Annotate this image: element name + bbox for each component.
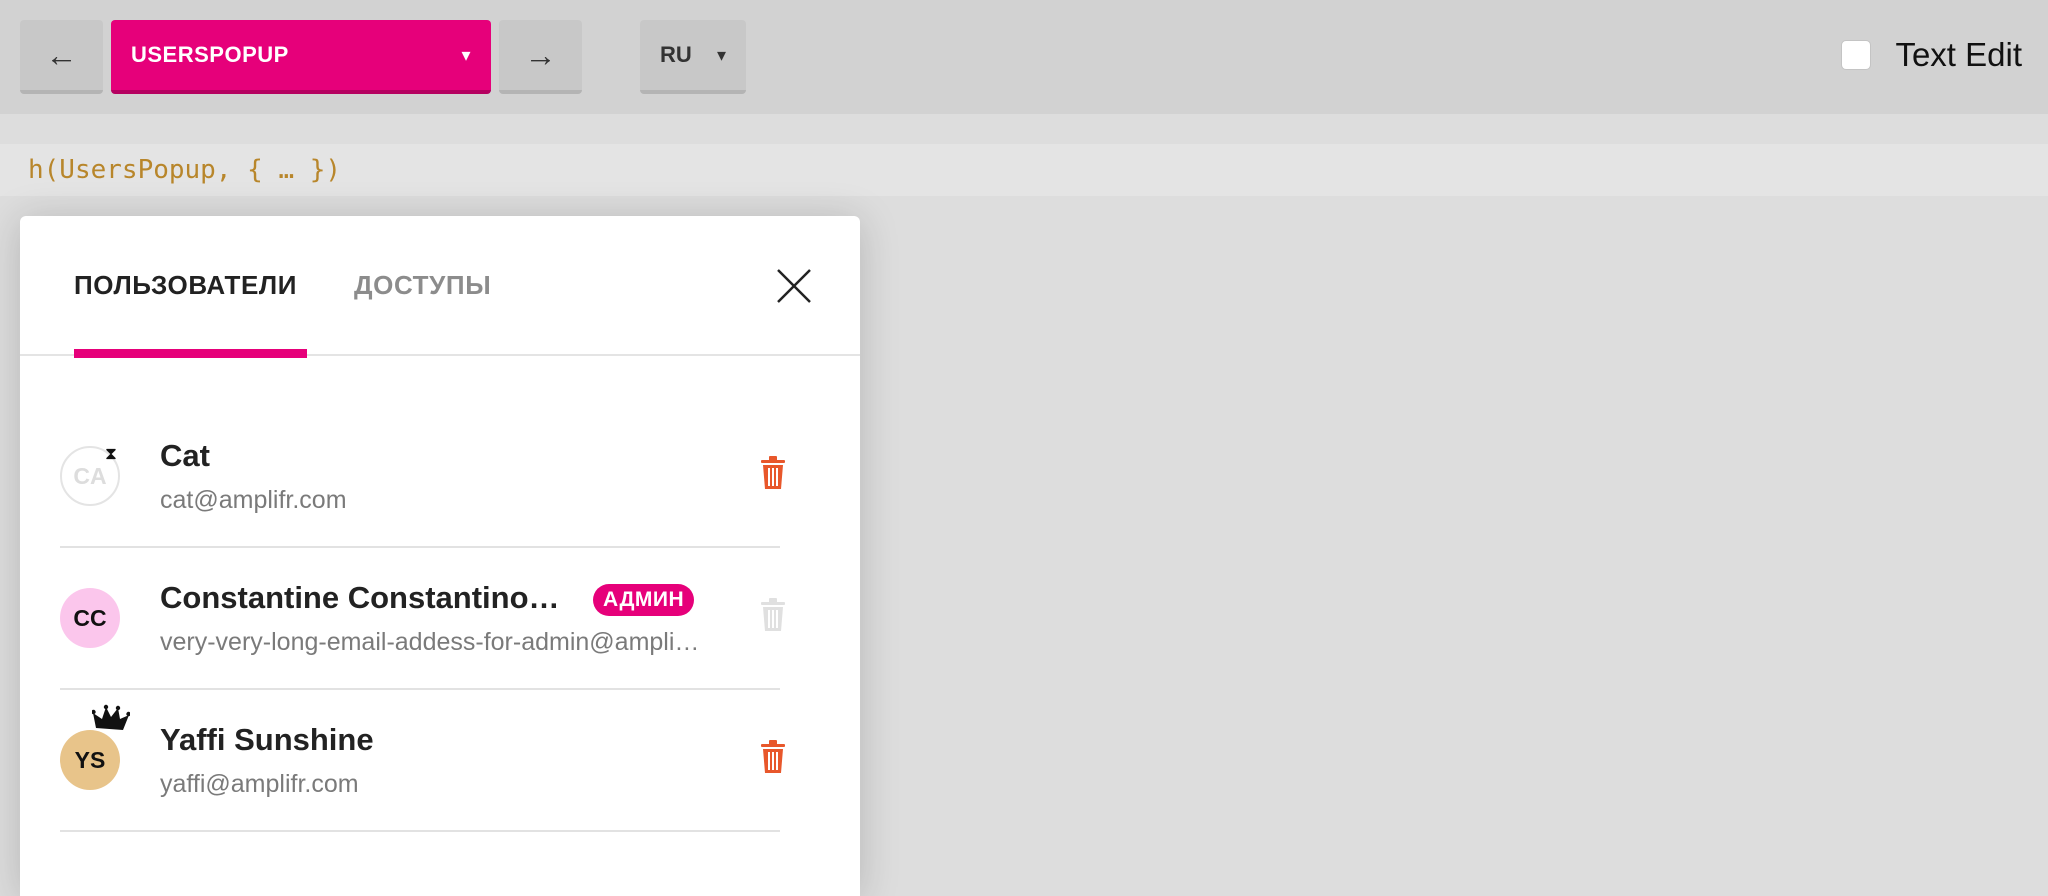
avatar: YS [60, 730, 120, 790]
user-row: CA ⧗ Cat cat@amplifr.com [60, 406, 785, 548]
user-row: CC Constantine Constantinopolsky АДМИН v… [60, 548, 785, 690]
active-tab-indicator [74, 349, 307, 358]
user-email: very-very-long-email-addess-for-admin@am… [160, 628, 700, 656]
language-select-label: RU [660, 42, 692, 67]
language-select[interactable]: RU ▾ [640, 20, 746, 94]
avatar: CC [60, 588, 120, 648]
hourglass-icon: ⧗ [105, 444, 117, 463]
admin-badge: АДМИН [593, 584, 695, 616]
text-edit-toggle[interactable]: Text Edit [1841, 36, 2022, 74]
trash-icon [760, 598, 786, 632]
next-story-button[interactable]: → [499, 20, 582, 94]
tab-users[interactable]: ПОЛЬЗОВАТЕЛИ [74, 270, 307, 358]
user-row: YS Yaffi Sunshine yaffi@amplifr.com [60, 690, 785, 832]
close-icon[interactable] [774, 266, 814, 306]
trash-icon[interactable] [760, 456, 786, 490]
story-select-label: USERSPOPUP [131, 42, 289, 67]
user-name: Yaffi Sunshine [160, 722, 374, 757]
chevron-down-icon: ▾ [716, 44, 726, 65]
code-preview: h(UsersPopup, { … }) [0, 144, 2048, 196]
trash-icon[interactable] [760, 740, 786, 774]
toolbar: ← USERSPOPUP ▾ → RU ▾ Text Edit [0, 0, 2048, 114]
tab-users-label: ПОЛЬЗОВАТЕЛИ [74, 270, 298, 300]
user-email: cat@amplifr.com [160, 486, 347, 514]
popup-tabs: ПОЛЬЗОВАТЕЛИ ДОСТУПЫ [20, 216, 860, 358]
crown-icon [91, 704, 131, 734]
text-edit-label: Text Edit [1895, 36, 2022, 73]
story-select[interactable]: USERSPOPUP ▾ [111, 20, 491, 94]
text-edit-checkbox[interactable] [1841, 40, 1872, 70]
tab-access[interactable]: ДОСТУПЫ [354, 270, 491, 356]
user-email: yaffi@amplifr.com [160, 770, 359, 798]
user-name: Cat [160, 438, 210, 473]
chevron-down-icon: ▾ [461, 44, 471, 65]
user-name: Constantine Constantinopolsky [160, 580, 573, 615]
tab-access-label: ДОСТУПЫ [354, 270, 492, 300]
prev-story-button[interactable]: ← [20, 20, 103, 94]
